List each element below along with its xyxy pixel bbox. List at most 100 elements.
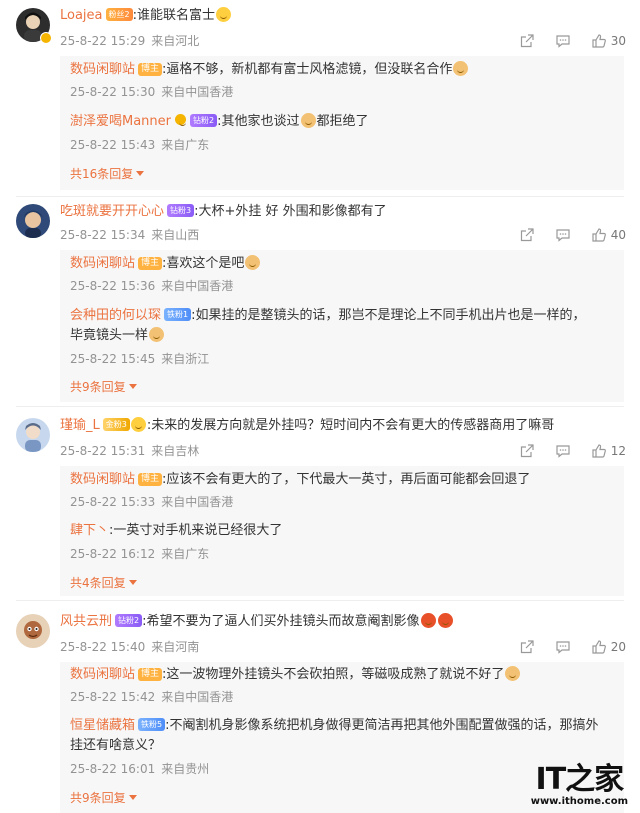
comment-icon bbox=[556, 229, 570, 242]
comment-button[interactable] bbox=[555, 227, 571, 243]
reply-username[interactable]: 恒星储藏箱 bbox=[70, 718, 135, 733]
reply-box: 数码闲聊站 博主:逼格不够，新机都有富士风格滤镜，但没联名合作 25-8-22 1… bbox=[60, 56, 624, 190]
fan-badge: 铁粉5 bbox=[138, 718, 166, 731]
comment-meta: 25-8-22 15:34 来自山西 bbox=[60, 226, 199, 244]
location: 来自吉林 bbox=[151, 444, 200, 458]
location: 来自贵州 bbox=[161, 762, 210, 776]
reply-username[interactable]: 数码闲聊站 bbox=[70, 472, 135, 487]
fan-badge: 粉丝2 bbox=[105, 8, 133, 21]
more-replies-label: 共16条回复 bbox=[70, 167, 134, 181]
angry-emoji-icon bbox=[437, 613, 453, 628]
comment-actions: 20 bbox=[519, 638, 626, 656]
location: 来自浙江 bbox=[161, 352, 210, 366]
author-badge: 博主 bbox=[138, 473, 163, 486]
comment-button[interactable] bbox=[555, 639, 571, 655]
more-replies-link[interactable]: 共4条回复 bbox=[70, 574, 137, 592]
share-icon bbox=[520, 228, 534, 242]
reply-box: 数码闲聊站 博主:喜欢这个是吧 25-8-22 15:36 来自中国香港 会种田的何… bbox=[60, 250, 624, 402]
like-button[interactable]: 12 bbox=[591, 443, 626, 459]
reply-continued: 毕竟镜头一样 bbox=[70, 326, 165, 346]
comment-icon bbox=[556, 35, 570, 48]
timestamp: 25-8-22 15:29 bbox=[60, 34, 146, 48]
location: 来自山西 bbox=[151, 228, 200, 242]
reply-meta: 25-8-22 15:30 来自中国香港 bbox=[70, 83, 233, 101]
reply-text: :应该不会有更大的了，下代最大一英寸，再后面可能都会回退了 bbox=[162, 472, 531, 487]
share-button[interactable] bbox=[519, 227, 535, 243]
reply: 数码闲聊站 博主:这一波物理外挂镜头不会砍拍照，等磁吸成熟了就说不好了 bbox=[70, 665, 521, 685]
comment-icon bbox=[556, 445, 570, 458]
reply-text: :一英寸对手机来说已经很大了 bbox=[109, 523, 283, 538]
divider bbox=[16, 196, 624, 197]
timestamp: 25-8-22 15:34 bbox=[60, 228, 146, 242]
watermark-url: www.ithome.com bbox=[530, 796, 628, 807]
share-button[interactable] bbox=[519, 33, 535, 49]
thumbs-up-icon bbox=[592, 640, 606, 654]
reply: 恒星储藏箱 铁粉5:不阉割机身影像系统把机身做得更简洁再把其他外围配置做强的话，那… bbox=[70, 716, 599, 736]
like-button[interactable]: 20 bbox=[591, 639, 626, 655]
author-badge: 博主 bbox=[138, 668, 163, 681]
timestamp: 25-8-22 15:43 bbox=[70, 138, 156, 152]
comment-meta: 25-8-22 15:29 来自河北 bbox=[60, 32, 199, 50]
share-button[interactable] bbox=[519, 443, 535, 459]
more-replies-label: 共4条回复 bbox=[70, 576, 126, 590]
reply: 数码闲聊站 博主:逼格不够，新机都有富士风格滤镜，但没联名合作 bbox=[70, 60, 469, 80]
comment-button[interactable] bbox=[555, 443, 571, 459]
like-button[interactable]: 30 bbox=[591, 33, 626, 49]
more-replies-link[interactable]: 共9条回复 bbox=[70, 789, 137, 807]
reply-text-continued: 毕竟镜头一样 bbox=[70, 328, 149, 343]
reply-text-continued: 挂还有啥意义？ bbox=[70, 738, 162, 753]
caret-down-icon bbox=[128, 580, 137, 585]
caret-down-icon bbox=[136, 171, 145, 176]
reply-text: :其他家也谈过 bbox=[217, 114, 300, 129]
reply-username[interactable]: 澍泽爱喝Manner bbox=[70, 114, 171, 129]
fan-badge: 铁粉1 bbox=[164, 308, 192, 321]
reply-text: :不阉割机身影像系统把机身做得更简洁再把其他外围配置做强的话，那搞外 bbox=[165, 718, 599, 733]
emoji-icon bbox=[149, 327, 165, 342]
location: 来自中国香港 bbox=[161, 690, 234, 704]
comment-body: 吃斑就要开开心心 钻粉3:大杯+外挂 好 外围和影像都有了 bbox=[60, 202, 387, 222]
thumbs-up-icon bbox=[592, 34, 606, 48]
username[interactable]: 吃斑就要开开心心 bbox=[60, 204, 164, 219]
reply-username[interactable]: 会种田的何以琛 bbox=[70, 308, 161, 323]
comment-thread: 吃斑就要开开心心 钻粉3:大杯+外挂 好 外围和影像都有了 25-8-22 15:… bbox=[0, 198, 640, 407]
reply-username[interactable]: 数码闲聊站 bbox=[70, 62, 135, 77]
username[interactable]: 风共云刑 bbox=[60, 614, 112, 629]
more-replies-link[interactable]: 共16条回复 bbox=[70, 165, 145, 183]
avatar[interactable] bbox=[16, 418, 50, 452]
comment-icon bbox=[556, 641, 570, 654]
reply-username[interactable]: 数码闲聊站 bbox=[70, 667, 135, 682]
author-badge: 博主 bbox=[138, 63, 163, 76]
share-icon bbox=[520, 444, 534, 458]
like-count: 40 bbox=[610, 228, 626, 242]
like-count: 30 bbox=[610, 34, 626, 48]
avatar[interactable] bbox=[16, 614, 50, 648]
timestamp: 25-8-22 15:45 bbox=[70, 352, 156, 366]
comment-meta: 25-8-22 15:40 来自河南 bbox=[60, 638, 199, 656]
like-button[interactable]: 40 bbox=[591, 227, 626, 243]
reply-meta: 25-8-22 16:01 来自贵州 bbox=[70, 760, 209, 778]
reply: 数码闲聊站 博主:喜欢这个是吧 bbox=[70, 254, 261, 274]
comment-button[interactable] bbox=[555, 33, 571, 49]
reply-username[interactable]: 数码闲聊站 bbox=[70, 256, 135, 271]
reply-meta: 25-8-22 15:42 来自中国香港 bbox=[70, 688, 233, 706]
reply-meta: 25-8-22 16:12 来自广东 bbox=[70, 545, 209, 563]
username[interactable]: 瑾瑜_L bbox=[60, 418, 100, 433]
more-replies-link[interactable]: 共9条回复 bbox=[70, 378, 137, 396]
reply-username[interactable]: 肆下丶 bbox=[70, 523, 109, 538]
comment-text: :未来的发展方向就是外挂吗？短时间内不会有更大的传感器商用了嘛哥 bbox=[146, 418, 555, 433]
thumbs-up-icon bbox=[592, 228, 606, 242]
avatar[interactable] bbox=[16, 204, 50, 238]
comment-text: :希望不要为了逼人们买外挂镜头而故意阉割影像 bbox=[142, 614, 420, 629]
more-replies-label: 共9条回复 bbox=[70, 791, 126, 805]
like-count: 20 bbox=[610, 640, 626, 654]
reply-continued: 挂还有啥意义？ bbox=[70, 736, 161, 756]
timestamp: 25-8-22 15:31 bbox=[60, 444, 146, 458]
reply-text: :如果挂的是整镜头的话，那岂不是理论上不同手机出片也是一样的， bbox=[191, 308, 586, 323]
author-badge: 博主 bbox=[138, 257, 163, 270]
location: 来自河南 bbox=[151, 640, 200, 654]
username[interactable]: Loajea bbox=[60, 8, 103, 23]
like-count: 12 bbox=[610, 444, 626, 458]
thumbs-up-icon bbox=[592, 444, 606, 458]
reply-meta: 25-8-22 15:45 来自浙江 bbox=[70, 350, 209, 368]
share-button[interactable] bbox=[519, 639, 535, 655]
